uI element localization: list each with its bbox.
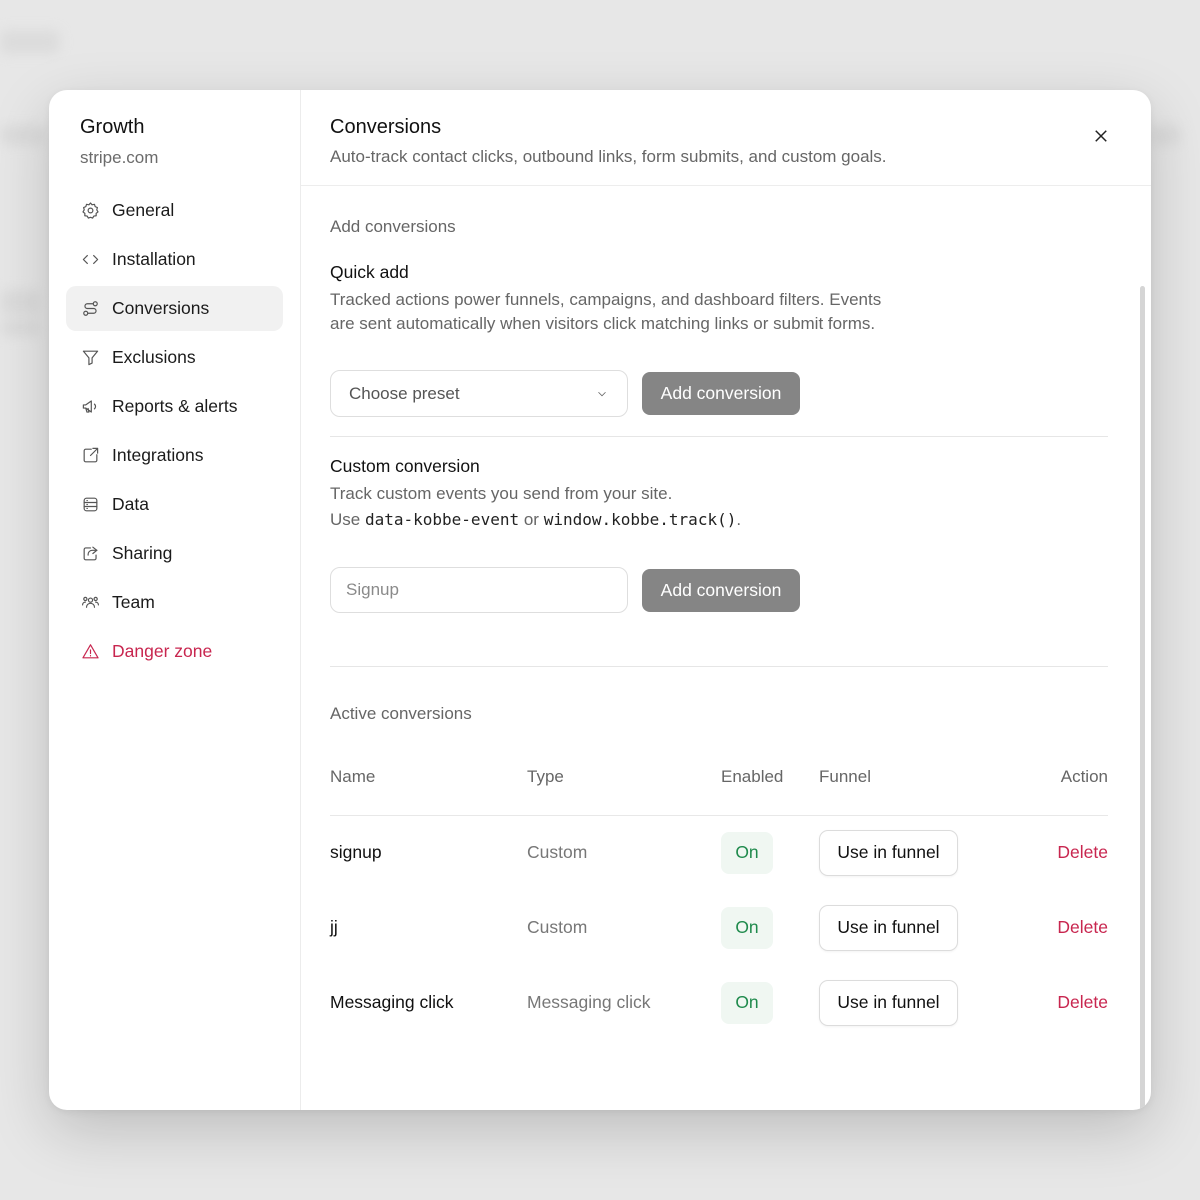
sidebar-item-label: Integrations bbox=[112, 445, 204, 465]
sidebar-item-conversions[interactable]: Conversions bbox=[66, 286, 283, 331]
database-icon bbox=[80, 495, 100, 515]
sidebar-item-sharing[interactable]: Sharing bbox=[66, 531, 283, 576]
sidebar-item-general[interactable]: General bbox=[66, 188, 283, 233]
sidebar-item-label: Danger zone bbox=[112, 641, 213, 661]
enabled-toggle[interactable]: On bbox=[721, 981, 773, 1024]
panel-content: Add conversions Quick add Tracked action… bbox=[301, 186, 1151, 1110]
conversion-type: Custom bbox=[527, 917, 588, 937]
preset-select[interactable]: Choose preset bbox=[330, 370, 628, 417]
site-name: Growth bbox=[80, 116, 145, 138]
sidebar-item-label: Sharing bbox=[112, 543, 173, 563]
conversion-type: Messaging click bbox=[527, 992, 651, 1012]
page-title: Conversions bbox=[330, 116, 442, 138]
quick-add-description: Tracked actions power funnels, campaigns… bbox=[330, 288, 1108, 336]
settings-modal: Growth stripe.com General Installation C… bbox=[49, 90, 1151, 1110]
table-row: Messaging click Messaging click On Use i… bbox=[330, 965, 1108, 1040]
conversions-table: Name Type Enabled Funnel Action signup C… bbox=[330, 767, 1108, 1040]
sidebar-item-data[interactable]: Data bbox=[66, 482, 283, 527]
sidebar-item-exclusions[interactable]: Exclusions bbox=[66, 335, 283, 380]
gear-icon bbox=[80, 201, 100, 221]
custom-conversion-description: Track custom events you send from your s… bbox=[330, 482, 1108, 532]
column-header-name: Name bbox=[330, 767, 527, 816]
code-function: window.kobbe.track() bbox=[543, 510, 737, 529]
code-icon bbox=[80, 250, 100, 270]
use-prefix-text: Use bbox=[330, 510, 361, 529]
sidebar-item-reports-alerts[interactable]: Reports & alerts bbox=[66, 384, 283, 429]
chevron-down-icon bbox=[598, 391, 606, 396]
main-panel: Conversions Auto-track contact clicks, o… bbox=[301, 90, 1151, 1110]
divider bbox=[330, 666, 1108, 667]
active-conversions-label: Active conversions bbox=[330, 704, 472, 723]
sidebar: Growth stripe.com General Installation C… bbox=[49, 90, 301, 1110]
period-text: . bbox=[736, 510, 742, 529]
panel-header: Conversions Auto-track contact clicks, o… bbox=[301, 90, 1151, 186]
sidebar-item-installation[interactable]: Installation bbox=[66, 237, 283, 282]
quick-add-title: Quick add bbox=[330, 262, 409, 282]
conversion-name: Messaging click bbox=[330, 992, 454, 1012]
conversion-name: signup bbox=[330, 842, 382, 863]
quick-add-conversion-button[interactable]: Add conversion bbox=[642, 372, 800, 415]
custom-conversion-title: Custom conversion bbox=[330, 456, 480, 476]
use-in-funnel-button[interactable]: Use in funnel bbox=[819, 829, 958, 876]
route-icon bbox=[80, 299, 100, 319]
filter-icon bbox=[80, 348, 100, 368]
megaphone-icon bbox=[80, 397, 100, 417]
use-in-funnel-button[interactable]: Use in funnel bbox=[819, 904, 958, 951]
code-attribute: data-kobbe-event bbox=[364, 510, 520, 529]
column-header-funnel: Funnel bbox=[819, 767, 1019, 816]
sidebar-item-integrations[interactable]: Integrations bbox=[66, 433, 283, 478]
divider bbox=[330, 436, 1108, 437]
custom-description-line: Track custom events you send from your s… bbox=[330, 484, 673, 503]
custom-description-usage: Use data-kobbe-event or window.kobbe.tra… bbox=[330, 508, 1108, 532]
table-row: signup Custom On Use in funnel Delete bbox=[330, 815, 1108, 890]
sidebar-nav: General Installation Conversions Exclusi… bbox=[66, 188, 283, 674]
delete-button[interactable]: Delete bbox=[1057, 842, 1108, 862]
sidebar-item-label: Reports & alerts bbox=[112, 396, 238, 416]
custom-add-controls: Add conversion bbox=[330, 567, 1108, 613]
page-subtitle: Auto-track contact clicks, outbound link… bbox=[330, 147, 887, 166]
sidebar-item-label: Exclusions bbox=[112, 347, 196, 367]
table-row: jj Custom On Use in funnel Delete bbox=[330, 890, 1108, 965]
external-link-icon bbox=[80, 446, 100, 466]
close-icon bbox=[1095, 130, 1107, 142]
scrollbar[interactable] bbox=[1140, 286, 1145, 1110]
sidebar-item-label: Conversions bbox=[112, 298, 210, 318]
close-button[interactable] bbox=[1089, 124, 1113, 148]
table-header-row: Name Type Enabled Funnel Action bbox=[330, 767, 1108, 816]
quick-add-description-line: Tracked actions power funnels, campaigns… bbox=[330, 290, 882, 309]
quick-add-controls: Choose preset Add conversion bbox=[330, 370, 1108, 417]
sidebar-item-team[interactable]: Team bbox=[66, 580, 283, 625]
preset-select-value: Choose preset bbox=[349, 383, 460, 403]
sidebar-item-danger-zone[interactable]: Danger zone bbox=[66, 629, 283, 674]
users-icon bbox=[80, 593, 100, 613]
sidebar-item-label: Installation bbox=[112, 249, 196, 269]
sidebar-item-label: Data bbox=[112, 494, 149, 514]
conversion-type: Custom bbox=[527, 842, 588, 863]
conversion-name: jj bbox=[330, 917, 338, 937]
delete-button[interactable]: Delete bbox=[1057, 992, 1108, 1012]
or-text: or bbox=[523, 510, 539, 529]
warning-icon bbox=[80, 642, 100, 662]
enabled-toggle[interactable]: On bbox=[721, 831, 773, 874]
custom-add-conversion-button[interactable]: Add conversion bbox=[642, 568, 800, 612]
column-header-action: Action bbox=[1019, 767, 1108, 816]
share-icon bbox=[80, 544, 100, 564]
column-header-type: Type bbox=[527, 767, 721, 816]
site-domain: stripe.com bbox=[80, 148, 159, 167]
quick-add-description-line: are sent automatically when visitors cli… bbox=[330, 314, 876, 333]
delete-button[interactable]: Delete bbox=[1057, 917, 1108, 937]
add-conversions-label: Add conversions bbox=[330, 217, 456, 236]
enabled-toggle[interactable]: On bbox=[721, 906, 773, 949]
column-header-enabled: Enabled bbox=[721, 767, 819, 816]
custom-event-input[interactable] bbox=[330, 567, 628, 613]
use-in-funnel-button[interactable]: Use in funnel bbox=[819, 979, 958, 1026]
sidebar-item-label: Team bbox=[112, 592, 155, 612]
sidebar-item-label: General bbox=[112, 200, 175, 220]
